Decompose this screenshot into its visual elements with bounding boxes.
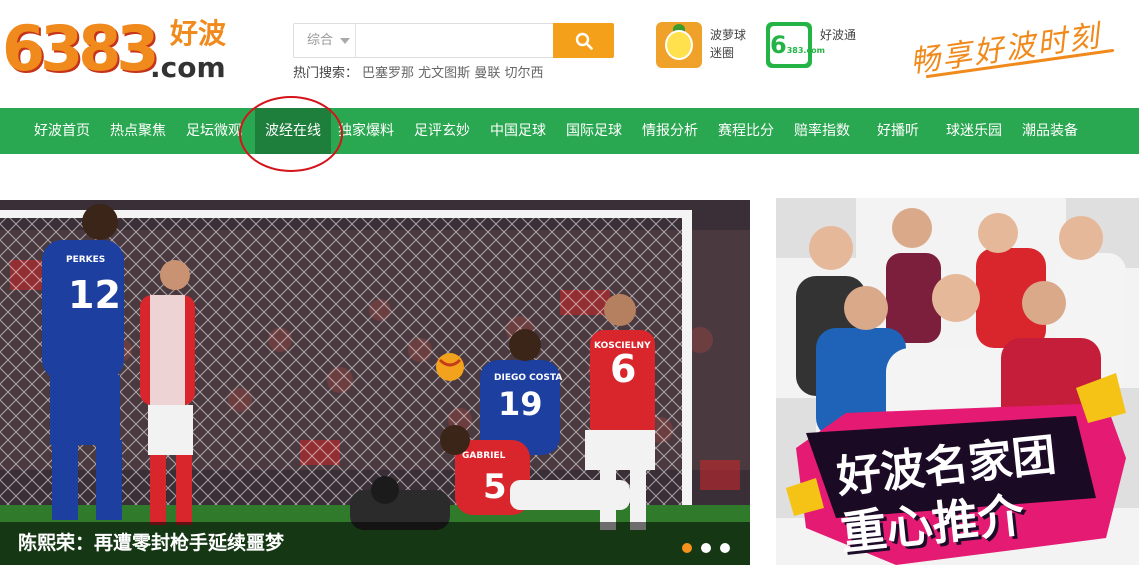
search-button[interactable] (553, 23, 614, 58)
nav-item-scores[interactable]: 赛程比分 (718, 108, 774, 154)
hero-caption-title[interactable]: 陈熙荣：再遭零封枪手延续噩梦 (18, 531, 284, 555)
hot-term-link[interactable]: 曼联 (474, 66, 500, 81)
logo-domain: .com (150, 51, 226, 84)
nav-item-gear[interactable]: 潮品装备 (1022, 108, 1078, 154)
app-6383-icon: 6383.com (766, 22, 825, 68)
nav-item-fan-park[interactable]: 球迷乐园 (946, 108, 1002, 154)
jersey-name: KOSCIELNY (594, 341, 651, 351)
pineapple-mascot-icon (656, 22, 702, 68)
nav-item-micro-view[interactable]: 足坛微观 (186, 108, 242, 154)
app-label-line: 好波通 (820, 28, 857, 42)
search-input[interactable] (356, 24, 552, 57)
app-label-line: 波萝球 (710, 28, 747, 42)
app-haobotong-link[interactable]: 6383.com 好波通 (766, 22, 876, 70)
slogan-banner: 畅享好波时刻 (905, 10, 1115, 80)
search-category-select[interactable]: 综合 (294, 24, 356, 57)
slider-dot-1[interactable] (682, 543, 692, 553)
jersey-name: GABRIEL (462, 451, 506, 461)
experts-ad-banner[interactable]: 好波名家团 重心推介 (776, 198, 1139, 565)
hero-slider[interactable]: 12 6 5 19 DIEGO COSTA KOSCIELNY GABRIEL … (0, 200, 750, 565)
jersey-name: PERKES (66, 255, 105, 265)
nav-item-china-football[interactable]: 中国足球 (490, 108, 546, 154)
logo-chinese: 好波 (170, 17, 227, 50)
hero-photo: 12 6 5 19 DIEGO COSTA KOSCIELNY GABRIEL … (0, 200, 750, 565)
search-category-label: 综合 (307, 33, 334, 48)
site-logo[interactable]: 6383 好波 .com (2, 10, 242, 88)
hot-term-link[interactable]: 巴塞罗那 (362, 66, 414, 81)
nav-item-analysis[interactable]: 情报分析 (642, 108, 698, 154)
nav-item-hot-focus[interactable]: 热点聚焦 (110, 108, 166, 154)
app-6383-badge: 6383.com (770, 26, 825, 64)
hero-caption-bar: 陈熙荣：再遭零封枪手延续噩梦 (0, 522, 750, 565)
jersey-number: 5 (483, 467, 507, 507)
slider-dot-2[interactable] (701, 543, 711, 553)
nav-item-odds[interactable]: 赔率指数 (794, 108, 850, 154)
jersey-number: 12 (68, 273, 121, 317)
app-boluoqiu-label: 波萝球 迷圈 (710, 26, 746, 62)
nav-item-commentary[interactable]: 足评玄妙 (414, 108, 470, 154)
app-haobotong-label: 好波通 (820, 26, 856, 44)
hot-term-link[interactable]: 尤文图斯 (418, 66, 470, 81)
search-box: 综合 (293, 23, 614, 58)
app-label-line: 迷圈 (710, 46, 735, 60)
slider-dot-3[interactable] (720, 543, 730, 553)
search-icon (575, 32, 593, 50)
jersey-number: 6 (610, 347, 636, 391)
chevron-down-icon (340, 38, 350, 44)
hot-searches: 热门搜索： 巴塞罗那 尤文图斯 曼联 切尔西 (293, 65, 544, 83)
hot-searches-label: 热门搜索： (293, 66, 359, 81)
site-header: 6383 好波 .com 综合 热门搜索： 巴塞罗那 尤文图斯 曼联 切尔西 波萝… (0, 0, 1139, 108)
app-badge-number: 6 (770, 31, 787, 59)
slogan-text: 畅享好波时刻 (907, 18, 1103, 81)
slider-dots (673, 538, 730, 553)
main-nav: 好波首页 热点聚焦 足坛微观 波经在线 独家爆料 足评玄妙 中国足球 国际足球 … (0, 108, 1139, 154)
app-boluoqiu-link[interactable]: 波萝球 迷圈 (656, 22, 766, 70)
hot-term-link[interactable]: 切尔西 (504, 66, 543, 81)
nav-item-bojing-online[interactable]: 波经在线 (255, 108, 331, 154)
logo-number: 6383 (2, 12, 160, 85)
nav-item-intl-football[interactable]: 国际足球 (566, 108, 622, 154)
app-badge-domain: 383.com (786, 46, 826, 55)
jersey-number: 19 (498, 385, 543, 423)
nav-item-exclusive[interactable]: 独家爆料 (338, 108, 394, 154)
nav-item-home[interactable]: 好波首页 (34, 108, 90, 154)
nav-item-haobo-listen[interactable]: 好播听 (877, 108, 919, 154)
jersey-name: DIEGO COSTA (494, 373, 562, 383)
